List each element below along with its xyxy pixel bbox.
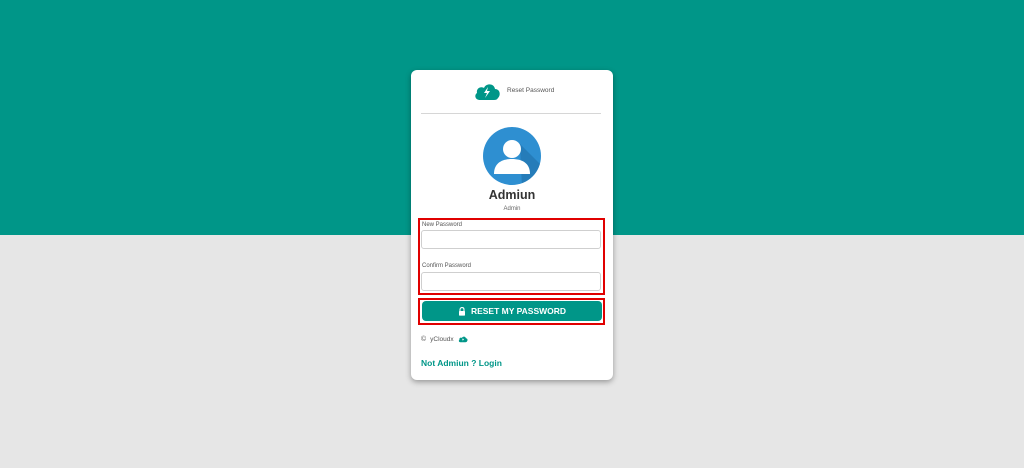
copyright-icon: © [421, 335, 427, 343]
cloud-lightning-icon [475, 84, 500, 100]
brand-name: yCloudx [430, 335, 454, 343]
page-title: Reset Password [507, 87, 555, 94]
confirm-password-field[interactable] [421, 272, 601, 291]
new-password-field[interactable] [421, 230, 601, 249]
reset-button-label: RESET MY PASSWORD [470, 306, 567, 316]
confirm-password-label: Confirm Password [422, 263, 472, 269]
reset-password-button[interactable]: RESET MY PASSWORD [422, 301, 602, 321]
lock-icon [458, 306, 465, 316]
user-avatar-icon [483, 127, 541, 185]
reset-password-card: Reset Password Admiun Admin New Password… [411, 70, 613, 380]
divider [421, 113, 601, 114]
user-name: Admiun [488, 188, 536, 202]
login-link[interactable]: Not Admiun ? Login [421, 358, 502, 368]
card-header: Reset Password [411, 70, 613, 113]
new-password-label: New Password [422, 222, 463, 228]
footer: © yCloudx [421, 335, 468, 343]
cloud-lightning-icon [458, 336, 468, 343]
user-role: Admin [503, 206, 521, 212]
